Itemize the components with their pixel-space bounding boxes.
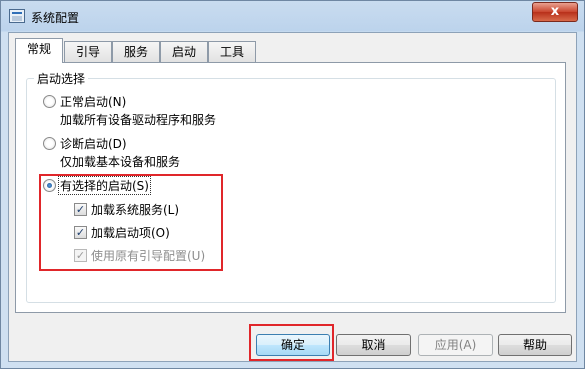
normal-startup-radio[interactable] xyxy=(43,95,56,108)
startup-selection-title: 启动选择 xyxy=(34,70,89,87)
cancel-button[interactable]: 取消 xyxy=(336,334,411,356)
tab-services[interactable]: 服务 xyxy=(112,41,160,62)
help-button[interactable]: 帮助 xyxy=(498,334,572,356)
diagnostic-startup-label[interactable]: 诊断启动(D) xyxy=(60,135,127,152)
diagnostic-startup-radio[interactable] xyxy=(43,137,56,150)
use-original-boot-config-checkbox: ✓ xyxy=(74,249,87,262)
selective-startup-label[interactable]: 有选择的启动(S) xyxy=(58,176,151,195)
tab-startup[interactable]: 启动 xyxy=(160,41,208,62)
apply-button: 应用(A) xyxy=(418,334,493,356)
general-tab-panel: 启动选择 正常启动(N) 加载所有设备驱动程序和服务 诊断启动(D) 仅加载基本… xyxy=(15,62,566,313)
load-system-services-label[interactable]: 加载系统服务(L) xyxy=(91,201,179,218)
system-config-app-icon xyxy=(9,9,25,23)
normal-startup-description: 加载所有设备驱动程序和服务 xyxy=(60,113,217,127)
tab-boot[interactable]: 引导 xyxy=(64,41,112,62)
dialog-body: 常规 引导 服务 启动 工具 启动选择 正常启动(N) 加载所有设备驱动程序和服… xyxy=(8,32,577,362)
load-system-services-checkbox[interactable]: ✓ xyxy=(74,203,87,216)
load-startup-items-label[interactable]: 加载启动项(O) xyxy=(91,224,170,241)
diagnostic-startup-description: 仅加载基本设备和服务 xyxy=(60,155,181,169)
ok-button[interactable]: 确定 xyxy=(256,334,330,356)
close-button[interactable]: x xyxy=(532,2,578,22)
system-config-window: 系统配置 x 常规 引导 服务 启动 工具 启动选择 正常启动(N) 加载所有设… xyxy=(0,0,585,369)
use-original-boot-config-label: 使用原有引导配置(U) xyxy=(91,249,206,263)
selective-startup-radio[interactable] xyxy=(43,179,56,192)
normal-startup-label[interactable]: 正常启动(N) xyxy=(60,93,126,110)
title-bar[interactable]: 系统配置 x xyxy=(1,1,584,32)
window-title: 系统配置 xyxy=(31,11,80,25)
tab-general[interactable]: 常规 xyxy=(15,38,63,63)
tab-tools[interactable]: 工具 xyxy=(208,41,256,62)
load-startup-items-checkbox[interactable]: ✓ xyxy=(74,226,87,239)
